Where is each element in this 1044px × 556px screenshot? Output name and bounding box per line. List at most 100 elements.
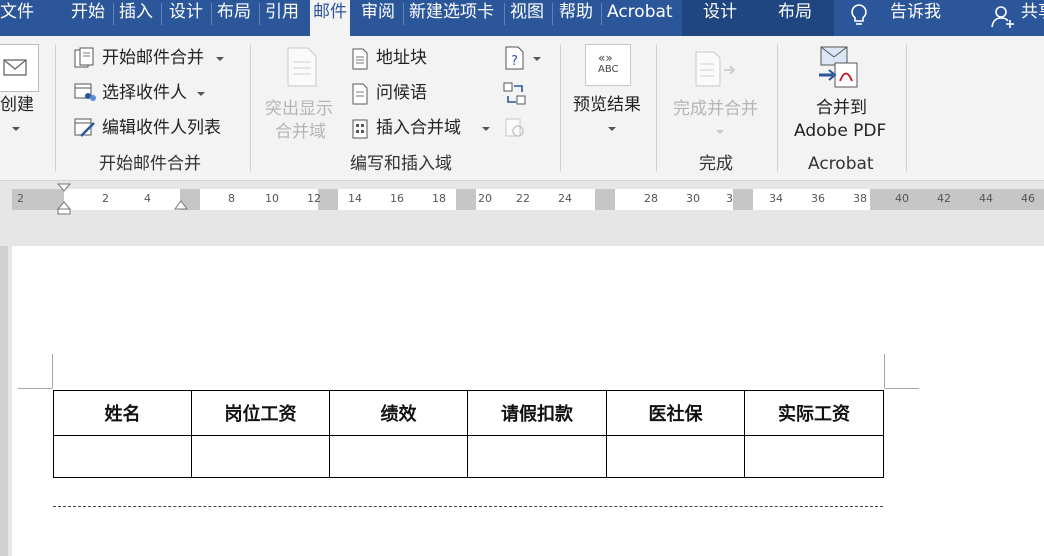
ruler-tick: 3 bbox=[726, 192, 733, 205]
insert-merge-field-button[interactable]: 插入合并域 bbox=[376, 117, 461, 139]
merge-to-pdf-line2[interactable]: Adobe PDF bbox=[794, 120, 886, 142]
rules-icon[interactable]: ? bbox=[504, 46, 526, 70]
tab-table-layout[interactable]: 布局 bbox=[778, 0, 812, 36]
right-indent-marker-icon[interactable] bbox=[173, 199, 189, 213]
tab-references[interactable]: 引用 bbox=[265, 0, 299, 36]
create-button[interactable]: 创建 bbox=[0, 94, 34, 116]
finish-merge-button: 完成并合并 bbox=[673, 99, 758, 119]
table-header-cell[interactable]: 岗位工资 bbox=[191, 390, 330, 436]
tab-table-design[interactable]: 设计 bbox=[703, 0, 737, 36]
match-fields-icon[interactable] bbox=[502, 81, 528, 107]
table-header-cell[interactable]: 请假扣款 bbox=[467, 390, 607, 436]
horizontal-ruler[interactable]: 2 2 4 8 10 12 14 16 18 20 22 24 28 30 3 … bbox=[0, 181, 1044, 215]
group-label-start-mail-merge: 开始邮件合并 bbox=[99, 154, 201, 174]
envelope-icon[interactable] bbox=[0, 44, 39, 92]
crop-mark bbox=[885, 388, 919, 389]
table-header-cell[interactable]: 绩效 bbox=[329, 390, 468, 436]
ruler-column-marker[interactable] bbox=[595, 189, 615, 210]
table-header-cell[interactable]: 医社保 bbox=[606, 390, 745, 436]
tab-divider bbox=[113, 3, 114, 25]
salary-table[interactable]: 姓名 岗位工资 绩效 请假扣款 医社保 实际工资 bbox=[53, 390, 884, 478]
crop-mark bbox=[884, 354, 885, 388]
tab-divider bbox=[211, 3, 212, 25]
edit-recipient-list-icon bbox=[74, 118, 95, 137]
address-block-button[interactable]: 地址块 bbox=[376, 47, 427, 69]
tab-home[interactable]: 开始 bbox=[71, 0, 105, 36]
svg-text:«»: «» bbox=[598, 51, 613, 65]
table-cell[interactable] bbox=[744, 435, 884, 478]
lightbulb-icon[interactable] bbox=[849, 2, 869, 30]
table-cell[interactable] bbox=[191, 435, 330, 478]
update-labels-icon bbox=[505, 118, 524, 137]
select-recipients-button[interactable]: 选择收件人 bbox=[102, 82, 187, 104]
group-separator bbox=[906, 44, 907, 172]
edit-recipient-list-button[interactable]: 编辑收件人列表 bbox=[102, 117, 221, 139]
ruler-tick: 22 bbox=[516, 192, 530, 205]
ruler-column-marker[interactable] bbox=[733, 189, 753, 210]
table-cell[interactable] bbox=[329, 435, 468, 478]
table-header-row: 姓名 岗位工资 绩效 请假扣款 医社保 实际工资 bbox=[53, 390, 884, 436]
start-mail-merge-caret[interactable] bbox=[216, 57, 224, 61]
tab-insert[interactable]: 插入 bbox=[119, 0, 153, 36]
tab-divider bbox=[504, 3, 505, 25]
tab-divider bbox=[259, 3, 260, 25]
group-label-write-insert-fields: 编写和插入域 bbox=[350, 154, 452, 174]
ruler-tick: 20 bbox=[478, 192, 492, 205]
tab-design[interactable]: 设计 bbox=[169, 0, 203, 36]
tab-mailings[interactable]: 邮件 bbox=[310, 0, 350, 36]
insert-merge-field-icon bbox=[352, 119, 368, 139]
tab-review[interactable]: 审阅 bbox=[361, 0, 395, 36]
tab-layout[interactable]: 布局 bbox=[217, 0, 251, 36]
ruler-tick: 30 bbox=[686, 192, 700, 205]
tab-view[interactable]: 视图 bbox=[510, 0, 544, 36]
indent-marker-icon[interactable] bbox=[56, 183, 72, 215]
ruler-tick: 16 bbox=[390, 192, 404, 205]
ruler-column-marker[interactable] bbox=[456, 189, 476, 210]
tab-new-tab[interactable]: 新建选项卡 bbox=[409, 0, 494, 36]
select-recipients-caret[interactable] bbox=[197, 92, 205, 96]
group-separator bbox=[656, 44, 657, 172]
rules-dropdown-caret[interactable] bbox=[533, 57, 541, 61]
tab-acrobat[interactable]: Acrobat bbox=[607, 0, 673, 36]
greeting-line-button[interactable]: 问候语 bbox=[376, 82, 427, 104]
group-separator bbox=[777, 44, 778, 172]
tab-help[interactable]: 帮助 bbox=[559, 0, 593, 36]
share-button[interactable]: 共享 bbox=[1021, 0, 1044, 36]
ruler-tick: 12 bbox=[307, 192, 321, 205]
tab-divider bbox=[403, 3, 404, 25]
table-header-cell[interactable]: 实际工资 bbox=[744, 390, 884, 436]
preview-results-button[interactable]: 预览结果 bbox=[573, 94, 641, 116]
group-separator bbox=[250, 44, 251, 172]
group-separator bbox=[560, 44, 561, 172]
table-cell[interactable] bbox=[467, 435, 607, 478]
preview-icon-abc: ABC bbox=[598, 64, 619, 75]
ruler-tick: 10 bbox=[265, 192, 279, 205]
tab-divider bbox=[161, 3, 162, 25]
table-cell[interactable] bbox=[606, 435, 745, 478]
ruler-tick: 38 bbox=[853, 192, 867, 205]
table-cell[interactable] bbox=[53, 435, 192, 478]
insert-merge-field-caret[interactable] bbox=[482, 127, 490, 131]
ruler-tick: 4 bbox=[144, 192, 151, 205]
share-person-icon[interactable] bbox=[990, 3, 1016, 31]
ribbon-tab-bar: 文件 开始 插入 设计 布局 引用 邮件 审阅 新建选项卡 视图 帮助 Acro… bbox=[0, 0, 1044, 36]
mailings-ribbon: 创建 开始邮件合并 选择收件人 编辑收件人列表 开始邮件合并 突出显示 合并域 … bbox=[0, 36, 1044, 181]
ruler-tick: 2 bbox=[17, 192, 24, 205]
ruler-tick: 44 bbox=[979, 192, 993, 205]
preview-results-icon[interactable]: «» ABC bbox=[585, 44, 631, 86]
table-header-cell[interactable]: 姓名 bbox=[53, 390, 192, 436]
tell-me-search[interactable]: 告诉我 bbox=[890, 0, 941, 36]
ruler-tick: 24 bbox=[558, 192, 572, 205]
start-mail-merge-button[interactable]: 开始邮件合并 bbox=[102, 47, 204, 69]
address-block-icon bbox=[352, 48, 368, 70]
highlight-merge-fields-line2: 合并域 bbox=[275, 122, 326, 142]
preview-results-caret[interactable] bbox=[608, 127, 616, 131]
ruler-column-marker[interactable] bbox=[318, 189, 338, 210]
tab-file[interactable]: 文件 bbox=[0, 0, 34, 36]
select-recipients-icon bbox=[74, 83, 96, 101]
start-mail-merge-icon bbox=[74, 47, 94, 68]
ruler-tick: 34 bbox=[769, 192, 783, 205]
create-dropdown-caret[interactable] bbox=[12, 127, 20, 131]
merge-to-pdf-line1[interactable]: 合并到 bbox=[816, 97, 867, 119]
group-label-finish: 完成 bbox=[699, 154, 733, 174]
